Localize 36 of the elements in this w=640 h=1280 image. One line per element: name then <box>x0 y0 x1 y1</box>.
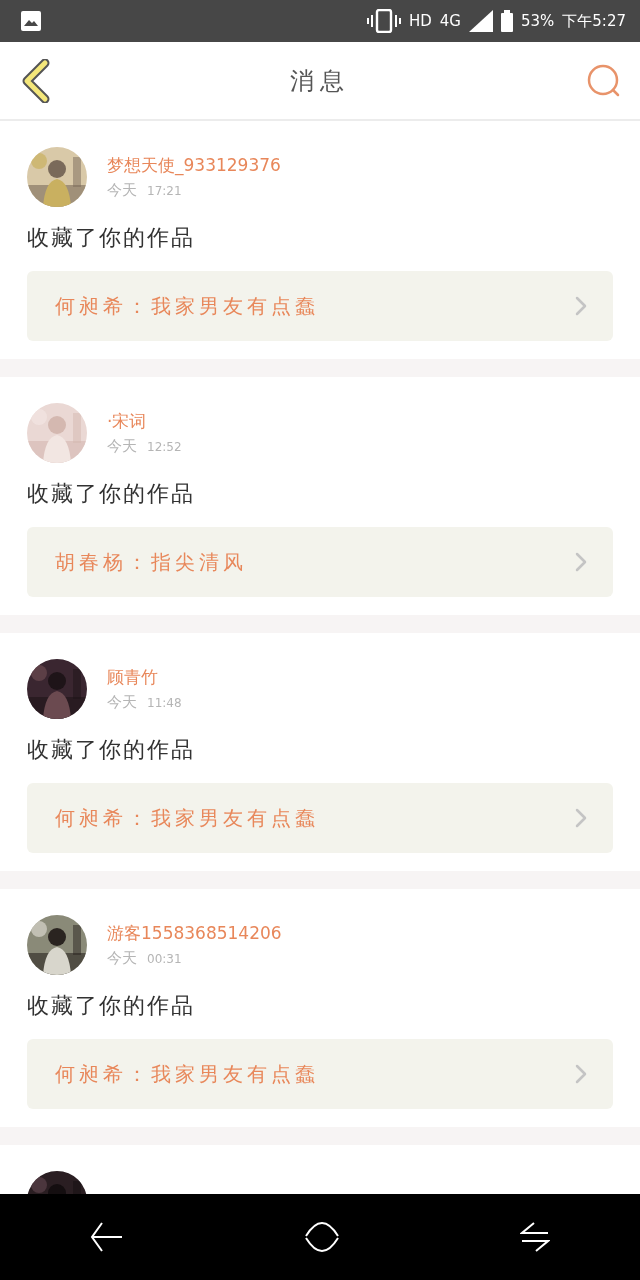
clock: 下午5:27 <box>562 11 626 31</box>
signal-type-label: 4G <box>439 12 461 30</box>
user-name[interactable]: 梦想天使_933129376 <box>107 154 281 177</box>
date-label: 今天 <box>107 949 137 968</box>
work-link[interactable]: 何昶希：我家男友有点蠢 <box>27 1039 613 1109</box>
chevron-icon <box>575 296 587 316</box>
user-name[interactable]: ·宋词 <box>107 410 182 433</box>
date-label: 今天 <box>107 693 137 712</box>
recents-nav-button[interactable] <box>520 1221 550 1253</box>
network-label: HD <box>408 12 432 30</box>
time-label: 11:48 <box>147 696 182 710</box>
message-text: 收藏了你的作品 <box>27 736 196 764</box>
date-label: 今天 <box>107 437 137 456</box>
home-nav-button[interactable] <box>304 1220 340 1254</box>
vibrate-icon <box>366 9 401 33</box>
work-link[interactable]: 何昶希：我家男友有点蠢 <box>27 783 613 853</box>
image-icon <box>20 10 42 32</box>
work-link[interactable]: 何昶希：我家男友有点蠢 <box>27 271 613 341</box>
message-text: 收藏了你的作品 <box>27 992 196 1020</box>
user-name[interactable]: 游客1558368514206 <box>107 922 282 945</box>
user-name[interactable]: 顾青竹 <box>107 666 182 689</box>
message-text: 收藏了你的作品 <box>27 224 196 252</box>
battery-icon <box>500 10 513 32</box>
chevron-icon <box>575 552 587 572</box>
chevron-icon <box>575 1064 587 1084</box>
time-label: 12:52 <box>147 440 182 454</box>
back-nav-button[interactable] <box>90 1221 124 1253</box>
time-label: 17:21 <box>147 184 182 198</box>
time-label: 00:31 <box>147 952 182 966</box>
message-text: 收藏了你的作品 <box>27 480 196 508</box>
signal-icon <box>468 10 493 32</box>
date-label: 今天 <box>107 181 137 200</box>
battery-label: 53% <box>520 12 555 30</box>
chevron-icon <box>575 808 587 828</box>
page-title: 消息 <box>290 65 350 97</box>
work-link[interactable]: 胡春杨：指尖清风 <box>27 527 613 597</box>
